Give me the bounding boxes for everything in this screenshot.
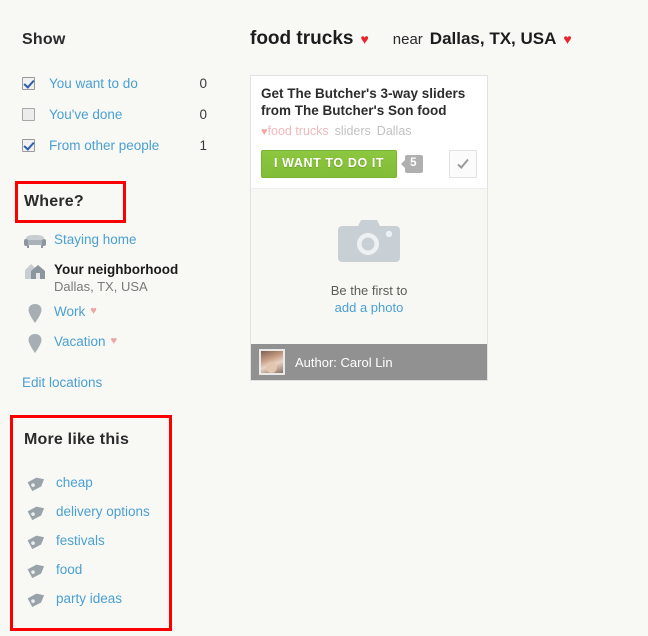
want-to-do-button[interactable]: I WANT TO DO IT <box>261 150 398 178</box>
location-text: Dallas, TX, USA <box>429 29 557 48</box>
tag-label[interactable]: cheap <box>56 475 93 490</box>
add-photo-link[interactable]: add a photo <box>335 300 404 315</box>
card-title[interactable]: Get The Butcher's 3-way sliders from The… <box>261 85 477 119</box>
checkbox-checked-icon[interactable] <box>22 77 35 90</box>
where-section-title: Where? <box>24 193 84 210</box>
tag-item-party-ideas[interactable]: party ideas <box>26 584 186 613</box>
show-row-label[interactable]: You want to do <box>49 76 193 91</box>
card-action-row: I WANT TO DO IT 5 <box>251 144 487 188</box>
edit-locations-link[interactable]: Edit locations <box>22 375 102 390</box>
more-like-this-title: More like this <box>24 431 130 448</box>
checkbox-checked-icon[interactable] <box>22 139 35 152</box>
show-row-from-other-people[interactable]: From other people 1 <box>22 130 207 161</box>
map-pin-icon <box>22 302 48 324</box>
house-icon <box>22 260 48 282</box>
photo-placeholder-zone: Be the first to add a photo <box>251 188 487 344</box>
search-header: food trucks ♥ near Dallas, TX, USA ♥ <box>250 28 572 50</box>
main-content: food trucks ♥ near Dallas, TX, USA ♥ Get… <box>230 0 648 636</box>
search-query-text: food trucks <box>250 28 354 49</box>
tag-label[interactable]: food <box>56 562 82 577</box>
show-row-count: 0 <box>199 76 207 91</box>
author-name: Author: Carol Lin <box>295 354 393 370</box>
tag-icon <box>26 589 50 609</box>
where-item-work[interactable]: Work ♥ <box>22 302 222 324</box>
near-label: near <box>392 31 423 48</box>
where-item-sublabel: Dallas, TX, USA <box>54 279 148 294</box>
tag-label[interactable]: delivery options <box>56 504 150 519</box>
where-item-label[interactable]: Vacation <box>54 332 106 349</box>
where-location-list: Staying home Your neighborhood Dallas, T… <box>22 230 222 362</box>
tag-icon <box>26 560 50 580</box>
where-item-label[interactable]: Work <box>54 302 85 319</box>
card-tag-primary[interactable]: food trucks <box>268 124 329 138</box>
where-item-label[interactable]: Your neighborhood <box>54 260 178 277</box>
show-section-title: Show <box>22 31 66 48</box>
mark-done-button[interactable] <box>449 150 477 178</box>
activity-card[interactable]: Get The Butcher's 3-way sliders from The… <box>250 75 488 381</box>
show-row-count: 1 <box>199 138 207 153</box>
heart-icon[interactable]: ♥ <box>563 31 571 47</box>
check-icon <box>457 158 469 169</box>
map-pin-icon <box>22 332 48 354</box>
where-item-label[interactable]: Staying home <box>54 230 137 247</box>
show-filter-list: You want to do 0 You've done 0 From othe… <box>22 68 207 161</box>
where-item-vacation[interactable]: Vacation ♥ <box>22 332 222 354</box>
tag-icon <box>26 531 50 551</box>
app-page: Show You want to do 0 You've done 0 From… <box>0 0 648 636</box>
heart-icon[interactable]: ♥ <box>360 31 368 47</box>
where-item-your-neighborhood[interactable]: Your neighborhood Dallas, TX, USA <box>22 260 222 294</box>
tag-icon <box>26 502 50 522</box>
heart-icon: ♥ <box>90 304 97 317</box>
related-tag-list: cheap delivery options festivals food pa… <box>26 468 186 613</box>
card-tag-row: ♥food trucks sliders Dallas <box>261 124 477 140</box>
tag-item-delivery-options[interactable]: delivery options <box>26 497 186 526</box>
tag-item-cheap[interactable]: cheap <box>26 468 186 497</box>
tag-label[interactable]: festivals <box>56 533 105 548</box>
where-item-staying-home[interactable]: Staying home <box>22 230 222 252</box>
card-author-bar[interactable]: Author: Carol Lin <box>251 344 487 380</box>
avatar[interactable] <box>259 349 285 375</box>
camera-icon <box>338 218 400 269</box>
card-header: Get The Butcher's 3-way sliders from The… <box>251 76 487 144</box>
show-row-count: 0 <box>199 107 207 122</box>
tag-item-festivals[interactable]: festivals <box>26 526 186 555</box>
show-row-want-to-do[interactable]: You want to do 0 <box>22 68 207 99</box>
card-tag-secondary[interactable]: Dallas <box>377 124 412 138</box>
sidebar: Show You want to do 0 You've done 0 From… <box>0 0 230 636</box>
card-tag-secondary[interactable]: sliders <box>335 124 371 138</box>
show-row-label[interactable]: You've done <box>49 107 193 122</box>
tag-label[interactable]: party ideas <box>56 591 122 606</box>
show-row-youve-done[interactable]: You've done 0 <box>22 99 207 130</box>
heart-icon: ♥ <box>110 334 118 347</box>
photo-prompt-text: Be the first to <box>330 283 408 298</box>
want-count-badge: 5 <box>401 155 423 173</box>
checkbox-unchecked-icon[interactable] <box>22 108 35 121</box>
tag-icon <box>26 473 50 493</box>
show-row-label[interactable]: From other people <box>49 138 193 153</box>
sofa-icon <box>22 230 48 252</box>
tag-item-food[interactable]: food <box>26 555 186 584</box>
